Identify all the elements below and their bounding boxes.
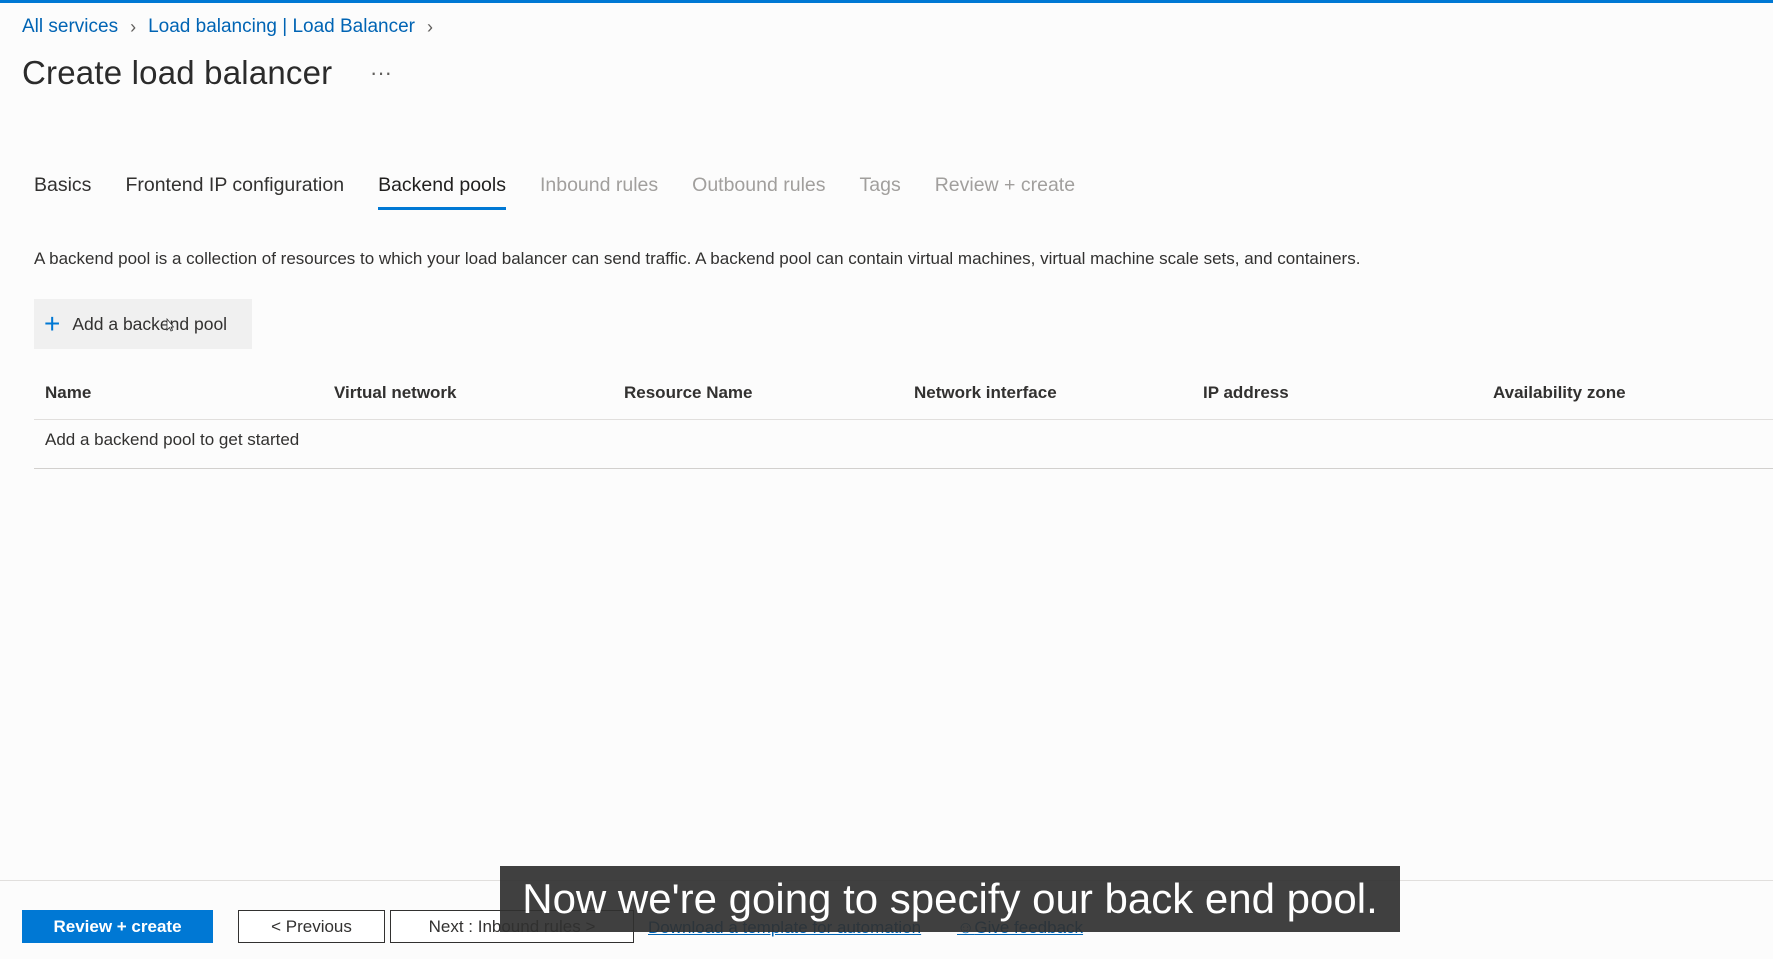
table-empty-row: Add a backend pool to get started bbox=[34, 420, 1773, 469]
top-accent-bar bbox=[0, 0, 1773, 3]
column-header-ip-address: IP address bbox=[1203, 383, 1289, 402]
more-options-icon[interactable]: ··· bbox=[370, 60, 392, 86]
chevron-right-icon: › bbox=[130, 16, 137, 37]
tab-basics[interactable]: Basics bbox=[34, 174, 91, 210]
column-header-availability-zone: Availability zone bbox=[1493, 383, 1626, 402]
breadcrumb-load-balancing[interactable]: Load balancing | Load Balancer bbox=[148, 16, 415, 38]
video-caption: Now we're going to specify our back end … bbox=[500, 866, 1400, 932]
mouse-cursor-icon bbox=[166, 318, 174, 332]
tab-backend-pools[interactable]: Backend pools bbox=[378, 174, 506, 210]
backend-pools-table: Name Virtual network Resource Name Netwo… bbox=[34, 380, 1773, 469]
plus-icon: + bbox=[44, 308, 61, 339]
page-title: Create load balancer bbox=[22, 54, 333, 91]
column-header-virtual-network: Virtual network bbox=[334, 383, 457, 402]
column-header-resource-name: Resource Name bbox=[624, 383, 753, 402]
tab-frontend-ip-configuration[interactable]: Frontend IP configuration bbox=[125, 174, 344, 210]
review-create-button[interactable]: Review + create bbox=[22, 910, 213, 943]
tab-inbound-rules[interactable]: Inbound rules bbox=[540, 174, 658, 210]
breadcrumb-all-services[interactable]: All services bbox=[22, 16, 118, 38]
add-backend-pool-label: Add a backend pool bbox=[72, 313, 228, 334]
tab-tags[interactable]: Tags bbox=[860, 174, 901, 210]
backend-pool-description: A backend pool is a collection of resour… bbox=[34, 249, 1361, 268]
column-header-network-interface: Network interface bbox=[914, 383, 1057, 402]
add-backend-pool-button[interactable]: + Add a backend pool bbox=[34, 299, 252, 349]
chevron-right-icon: › bbox=[427, 16, 433, 37]
column-header-name: Name bbox=[45, 383, 92, 402]
previous-button[interactable]: < Previous bbox=[238, 910, 385, 943]
table-header: Name Virtual network Resource Name Netwo… bbox=[34, 380, 1773, 420]
tab-review-create[interactable]: Review + create bbox=[935, 174, 1075, 210]
wizard-tabs: Basics Frontend IP configuration Backend… bbox=[34, 174, 1109, 210]
tab-outbound-rules[interactable]: Outbound rules bbox=[692, 174, 825, 210]
breadcrumb: All services › Load balancing | Load Bal… bbox=[22, 16, 445, 38]
